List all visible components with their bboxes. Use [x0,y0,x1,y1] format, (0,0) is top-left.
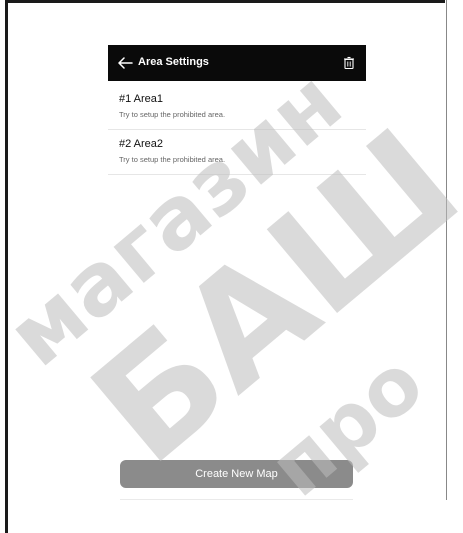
top-bar: Area Settings [108,45,366,81]
trash-icon[interactable] [342,56,356,70]
area-name: #2 Area2 [119,138,164,150]
area-list: #1 Area1 Try to setup the prohibited are… [108,85,366,175]
area-list-item[interactable]: #2 Area2 Try to setup the prohibited are… [108,130,366,175]
area-description: Try to setup the prohibited area. [119,155,226,164]
area-list-item[interactable]: #1 Area1 Try to setup the prohibited are… [108,85,366,130]
app-screen: Area Settings #1 Area1 Try to setup the … [108,45,366,505]
area-description: Try to setup the prohibited area. [119,110,226,119]
frame-top-border [5,0,445,3]
divider [120,499,353,500]
arrow-left-icon[interactable] [116,54,134,72]
page-title: Area Settings [138,56,209,68]
create-new-map-button[interactable]: Create New Map [120,460,353,488]
frame-right-border [446,0,447,500]
area-name: #1 Area1 [119,93,164,105]
frame-left-border [5,0,8,533]
